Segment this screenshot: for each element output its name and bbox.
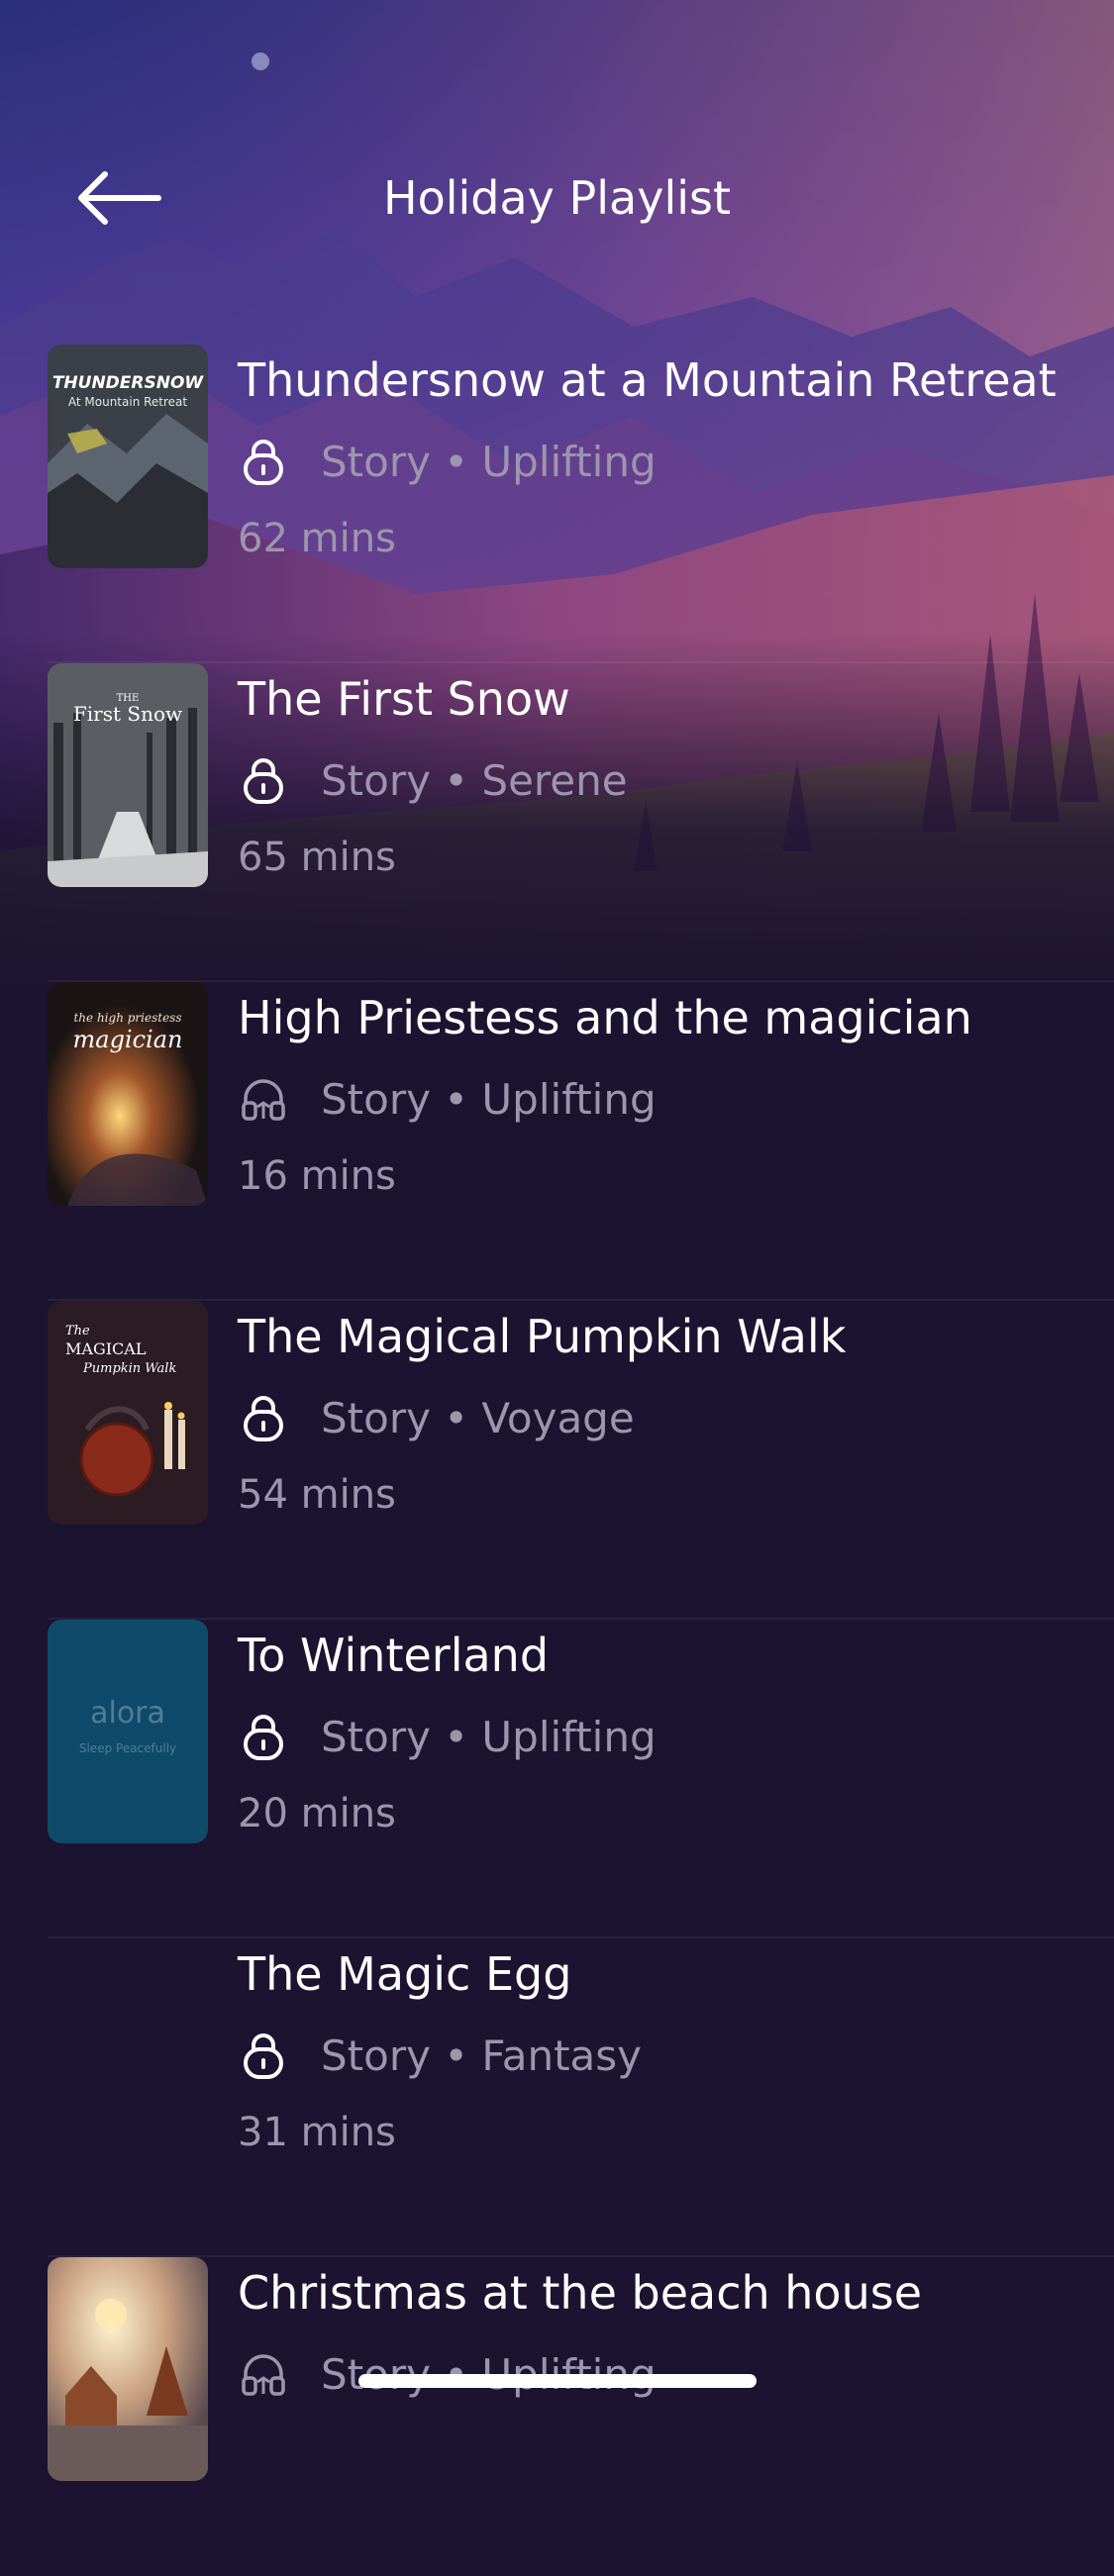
cover-subtitle: MAGICAL [65,1339,147,1358]
item-duration: 16 mins [238,1153,396,1199]
playlist-item[interactable]: The MAGICAL Pumpkin Walk The Magical Pum… [0,1301,1114,1620]
item-duration: 54 mins [238,1472,396,1518]
cover-thumbnail: the high priestess magician [48,982,208,1206]
item-meta: Story • Uplifting [238,1071,657,1127]
playlist-item[interactable]: The Magic Egg Story • Fantasy 31 mins [0,1938,1114,2257]
item-meta: Story • Uplifting [238,1709,657,1764]
cover-subtitle: First Snow [73,702,182,726]
item-title: The First Snow [238,672,570,726]
item-category: Story • Fantasy [321,2031,643,2080]
item-title: Thundersnow at a Mountain Retreat [238,353,1057,407]
playlist-item[interactable]: Christmas at the beach house Story • Upl… [0,2257,1114,2576]
lock-icon [244,1715,283,1760]
item-duration: 20 mins [238,1791,396,1836]
lock-icon [244,1396,283,1441]
home-indicator[interactable] [358,2374,757,2388]
playlist-item[interactable]: alora Sleep Peacefully To Winterland Sto… [0,1620,1114,1938]
cover-tagline: Sleep Peacefully [79,1741,176,1755]
item-title: The Magic Egg [238,1947,572,2001]
cover-thumbnail: The MAGICAL Pumpkin Walk [48,1301,208,1525]
item-title: Christmas at the beach house [238,2266,922,2320]
headphones-icon [242,1079,285,1121]
cover-thumbnail: alora Sleep Peacefully [48,1620,208,1843]
cover-title: THUNDERSNOW [52,373,205,393]
lock-icon [244,440,283,485]
lock-icon [244,2033,283,2079]
cover-thumbnail: THE First Snow [48,663,208,887]
playlist-item[interactable]: THUNDERSNOW At Mountain Retreat Thunders… [0,345,1114,663]
cover-subtitle: At Mountain Retreat [68,395,188,409]
item-duration: 65 mins [238,835,396,880]
item-category: Story • Voyage [321,1393,635,1442]
playlist-item[interactable]: THE First Snow The First Snow Story • Se… [0,663,1114,982]
item-title: The Magical Pumpkin Walk [238,1310,847,1363]
item-meta: Story • Uplifting [238,434,657,489]
cover-thumbnail: THUNDERSNOW At Mountain Retreat [48,345,208,568]
cover-subtitle: magician [73,1026,183,1053]
item-category: Story • Uplifting [321,1712,657,1761]
item-meta: Story • Fantasy [238,2028,642,2083]
cover-brand: alora [90,1696,165,1731]
item-meta: Story • Voyage [238,1390,635,1445]
item-category: Story • Serene [321,755,628,805]
headphones-icon [242,2354,285,2396]
page-title: Holiday Playlist [382,171,732,225]
item-duration: 31 mins [238,2110,396,2155]
lock-icon [244,758,283,804]
item-meta: Story • Serene [238,752,628,808]
item-duration: 62 mins [238,516,396,561]
item-category: Story • Uplifting [321,437,657,486]
item-category: Story • Uplifting [321,1074,657,1124]
cover-title: The [65,1324,90,1338]
item-title: High Priestess and the magician [238,991,972,1044]
playlist-item[interactable]: the high priestess magician High Prieste… [0,982,1114,1301]
cover-subtitle-2: Pumpkin Walk [82,1361,176,1376]
cover-thumbnail [48,2257,208,2481]
item-title: To Winterland [238,1629,550,1682]
cover-title: the high priestess [73,1011,181,1025]
